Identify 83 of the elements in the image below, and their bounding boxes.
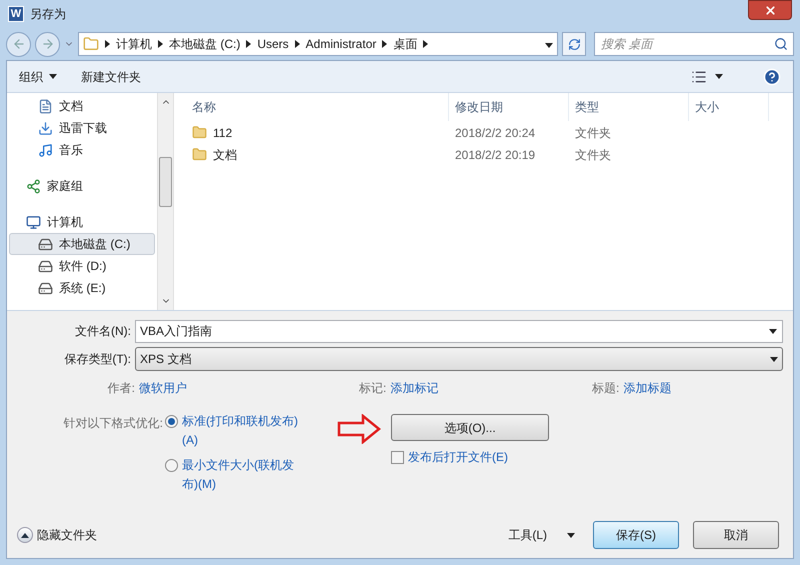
radio-button[interactable] [165,415,178,428]
refresh-icon [568,38,580,50]
checkbox-label[interactable]: 发布后打开文件(E) [408,448,508,466]
drive-icon [38,236,53,252]
music-note-icon [38,142,53,158]
close-icon [764,4,776,16]
address-bar[interactable]: 计算机 本地磁盘 (C:) Users Administrator 桌面 [78,32,558,56]
breadcrumb-arrow-icon[interactable] [246,40,252,48]
breadcrumb-item[interactable]: 桌面 [393,35,418,53]
meta-link[interactable]: 微软用户 [139,379,187,397]
drive-icon [38,280,53,296]
view-options-icon[interactable] [691,68,707,84]
table-cell: 文件夹 [575,126,611,140]
close-button[interactable] [748,0,792,20]
file-name[interactable]: 112 [213,124,232,142]
breadcrumb-item[interactable]: 本地磁盘 (C:) [169,35,240,53]
caret-icon [770,356,778,362]
tools-menu[interactable]: 工具(L) [508,526,575,544]
field-label: 文件名(N): [74,323,132,340]
window-title: 另存为 [30,6,66,23]
save-button[interactable]: 保存(S) [593,521,679,549]
meta-link[interactable]: 添加标题 [623,379,672,397]
column-header[interactable]: 名称 [174,93,449,121]
breadcrumb-item[interactable]: Administrator [306,35,376,53]
monitor-icon [26,214,41,230]
sidebar-item[interactable]: 软件 (D:) [9,255,155,277]
folder-icon [192,125,207,140]
meta-label: 标题: [592,380,620,397]
sidebar-item[interactable]: 本地磁盘 (C:) [9,233,155,255]
app-icon: W [8,6,24,22]
folder-icon [192,147,207,162]
hide-folders-button[interactable]: 隐藏文件夹 [17,526,97,544]
drive-icon [38,258,53,274]
filename-field[interactable]: VBA入门指南 [135,320,783,342]
radio-button[interactable] [165,459,178,472]
help-icon[interactable] [763,68,781,86]
table-cell: 2018/2/2 20:24 [455,126,536,140]
sidebar-item[interactable]: 迅雷下载 [9,117,155,139]
sidebar-item[interactable]: 系统 (E:) [9,277,155,299]
table-cell: 文件夹 [575,148,611,162]
breadcrumb-item[interactable]: 计算机 [116,35,152,53]
file-name[interactable]: 文档 [213,146,237,164]
new-folder-button[interactable]: 新建文件夹 [81,68,141,86]
caret-icon [545,43,553,48]
download-icon [38,120,53,136]
radio-label[interactable]: 最小文件大小(联机发布)(M) [182,456,303,494]
breadcrumb-item[interactable]: Users [257,35,289,53]
column-header[interactable]: 大小 [689,93,769,121]
organize-menu[interactable]: 组织 [19,68,57,86]
column-header[interactable]: 修改日期 [449,93,569,121]
meta-link[interactable]: 添加标记 [390,379,438,397]
breadcrumb-arrow-icon[interactable] [294,40,300,48]
forward-arrow-icon [40,37,54,51]
search-field[interactable]: 搜索 桌面 [594,32,794,56]
arrow-icon [337,414,381,444]
refresh-button[interactable] [562,32,586,56]
caret-icon [567,532,575,538]
sidebar-item[interactable]: 文档 [9,95,155,117]
network-icon [26,178,41,194]
caret-icon [715,74,723,79]
field-label: 保存类型(T): [63,351,132,368]
breadcrumb-arrow-icon[interactable] [382,40,388,48]
table-cell: 2018/2/2 20:19 [455,148,536,162]
document-icon [38,98,53,114]
breadcrumb-arrow-icon[interactable] [105,40,110,48]
caret-icon [49,74,57,79]
breadcrumb-arrow-icon[interactable] [158,40,163,48]
meta-label: 标记: [359,380,386,397]
optimize-label: 针对以下格式优化: [62,415,163,432]
sidebar-item[interactable]: 音乐 [9,139,155,161]
filetype-dropdown[interactable]: XPS 文档 [135,347,783,371]
column-header[interactable]: 类型 [569,93,689,121]
cancel-button[interactable]: 取消 [693,521,779,549]
sidebar-item[interactable]: 计算机 [9,211,155,233]
folder-icon [83,36,99,52]
scrollbar-thumb[interactable] [159,156,172,206]
meta-label: 作者: [108,380,135,397]
radio-label[interactable]: 标准(打印和联机发布)(A) [182,412,303,450]
breadcrumb-arrow-icon[interactable] [423,40,428,48]
checkbox[interactable] [391,450,404,464]
options-button[interactable]: 选项(O)... [391,414,549,441]
scrollbar[interactable] [157,93,174,310]
sidebar-item[interactable]: 家庭组 [9,175,155,197]
